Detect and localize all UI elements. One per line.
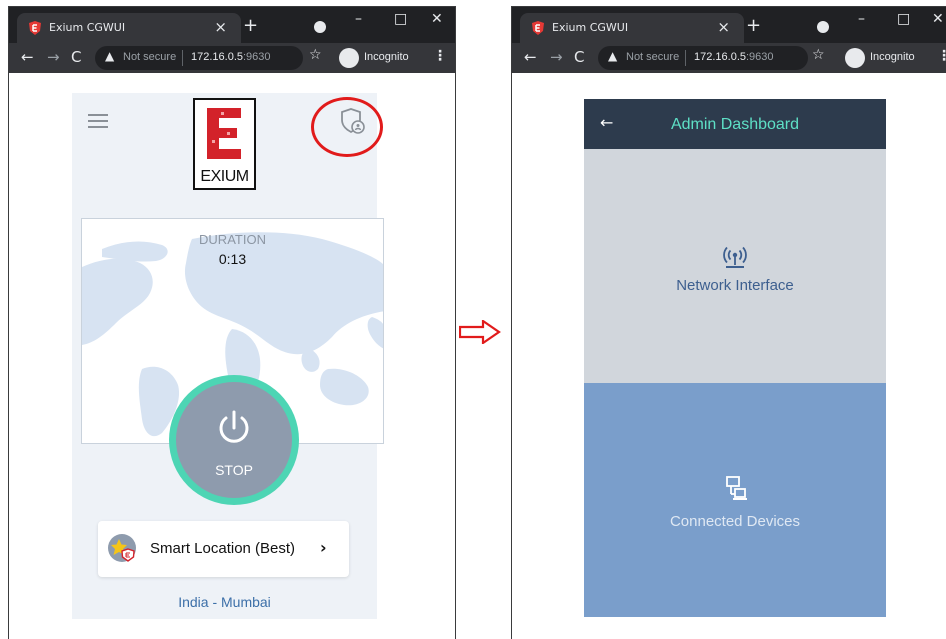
tab-close-icon[interactable]: × (717, 18, 730, 36)
incognito-icon (339, 48, 359, 68)
tab-search-icon[interactable] (314, 21, 326, 33)
bookmark-star-icon[interactable]: ☆ (309, 47, 322, 63)
tab-title: Exium CGWUI (49, 21, 126, 34)
dashboard-header: ← Admin Dashboard (584, 99, 886, 149)
vpn-client-panel: EXIUM DURATION 0:13 STOP Smart Location … (72, 93, 384, 619)
location-city: India - Mumbai (178, 594, 271, 610)
logo-text: EXIUM (200, 168, 249, 185)
annotation-circle (311, 97, 383, 157)
menu-kebab-icon[interactable]: ⋮ (937, 48, 946, 64)
duration-label: DURATION (199, 232, 266, 247)
hamburger-menu-icon[interactable] (88, 114, 108, 128)
exium-favicon-icon (29, 21, 41, 35)
separator (182, 50, 183, 66)
tab-search-icon[interactable] (817, 21, 829, 33)
network-interface-card[interactable]: Network Interface (584, 149, 886, 383)
connected-devices-card[interactable]: Connected Devices (584, 383, 886, 617)
minimize-icon[interactable]: – (355, 11, 362, 27)
stop-label: STOP (215, 462, 253, 478)
browser-tab[interactable]: Exium CGWUI × (17, 13, 241, 43)
browser-toolbar: ← → C ▲ Not secure 172.16.0.5:9630 ☆ Inc… (9, 43, 455, 73)
devices-icon (726, 476, 747, 500)
incognito-icon (845, 48, 865, 68)
duration-value: 0:13 (218, 251, 247, 267)
exium-logo: EXIUM (193, 98, 256, 190)
maximize-icon[interactable]: □ (394, 11, 407, 27)
screenshot-stage: Exium CGWUI × + – □ ✕ ← → C ▲ Not secure… (0, 0, 946, 639)
title-bar: Exium CGWUI × + – □ ✕ (9, 7, 455, 43)
admin-dashboard: ← Admin Dashboard Network Interface Conn… (584, 99, 886, 617)
address-bar[interactable]: ▲ Not secure 172.16.0.5:9630 (95, 46, 303, 70)
browser-toolbar: ← → C ▲ Not secure 172.16.0.5:9630 ☆ Inc… (512, 43, 946, 73)
not-secure-label: Not secure (626, 51, 680, 63)
forward-icon[interactable]: → (550, 48, 563, 66)
location-selector[interactable]: Smart Location (Best) › (98, 521, 349, 577)
star-shield-icon (111, 539, 135, 562)
stop-button[interactable]: STOP (169, 375, 299, 505)
network-interface-label: Network Interface (676, 277, 794, 294)
dashboard-title: Admin Dashboard (670, 116, 800, 133)
back-icon[interactable]: ← (524, 48, 537, 66)
minimize-icon[interactable]: – (858, 11, 865, 27)
window-close-icon[interactable]: ✕ (932, 11, 944, 27)
url-text: 172.16.0.5:9630 (694, 51, 774, 63)
stop-button-core: STOP (176, 382, 292, 498)
smart-location-icon (108, 534, 136, 562)
tab-title: Exium CGWUI (552, 21, 629, 34)
title-bar: Exium CGWUI × + – □ ✕ (512, 7, 946, 43)
new-tab-button[interactable]: + (243, 15, 258, 36)
chevron-right-icon: › (320, 538, 327, 557)
antenna-icon (723, 246, 747, 268)
bookmark-star-icon[interactable]: ☆ (812, 47, 825, 63)
new-tab-button[interactable]: + (746, 15, 761, 36)
address-bar[interactable]: ▲ Not secure 172.16.0.5:9630 (598, 46, 808, 70)
reload-icon[interactable]: C (71, 48, 81, 66)
warning-icon: ▲ (105, 49, 115, 63)
power-icon (219, 410, 249, 443)
connected-devices-label: Connected Devices (669, 513, 801, 530)
forward-icon[interactable]: → (47, 48, 60, 66)
incognito-label[interactable]: Incognito (870, 51, 915, 63)
exium-favicon-icon (532, 21, 544, 35)
back-icon[interactable]: ← (21, 48, 34, 66)
not-secure-label: Not secure (123, 51, 177, 63)
warning-icon: ▲ (608, 49, 618, 63)
incognito-label[interactable]: Incognito (364, 51, 409, 63)
maximize-icon[interactable]: □ (897, 11, 910, 27)
reload-icon[interactable]: C (574, 48, 584, 66)
transition-arrow-icon (459, 320, 501, 344)
separator (685, 50, 686, 66)
menu-kebab-icon[interactable]: ⋮ (433, 48, 447, 64)
tab-close-icon[interactable]: × (214, 18, 227, 36)
location-label: Smart Location (Best) (150, 540, 296, 557)
logo-e-mark (207, 108, 241, 159)
url-text: 172.16.0.5:9630 (191, 51, 271, 63)
browser-tab[interactable]: Exium CGWUI × (520, 13, 744, 43)
window-close-icon[interactable]: ✕ (431, 11, 443, 27)
